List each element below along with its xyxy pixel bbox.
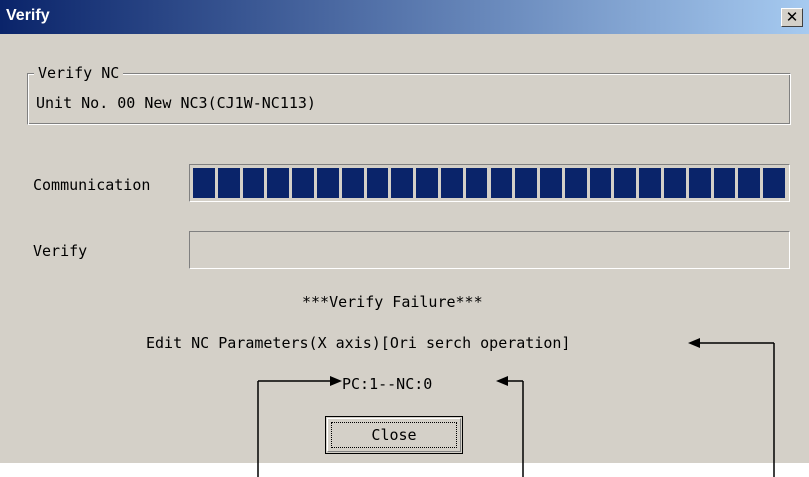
- progress-segment: [292, 168, 314, 198]
- progress-segment: [341, 168, 364, 198]
- progress-segment: [242, 168, 265, 198]
- close-window-icon[interactable]: ✕: [781, 8, 803, 27]
- title-bar[interactable]: Verify ✕: [0, 0, 809, 34]
- progress-segment: [465, 168, 488, 198]
- verify-nc-group: Verify NC Unit No. 00 New NC3(CJ1W-NC113…: [27, 64, 791, 125]
- progress-segment: [416, 168, 438, 198]
- communication-progress-fill: [192, 167, 787, 199]
- failure-message: ***Verify Failure***: [302, 293, 483, 311]
- progress-segment: [267, 168, 290, 198]
- failure-detail: Edit NC Parameters(X axis)[Ori serch ope…: [146, 334, 571, 352]
- progress-segment: [366, 168, 389, 198]
- progress-segment: [713, 168, 736, 198]
- progress-segment: [440, 168, 463, 198]
- progress-segment: [763, 168, 785, 198]
- progress-segment: [316, 168, 339, 198]
- progress-segment: [217, 168, 240, 198]
- progress-segment: [564, 168, 587, 198]
- close-button[interactable]: Close: [325, 416, 463, 454]
- verify-dialog: Verify ✕ Verify NC Unit No. 00 New NC3(C…: [0, 0, 809, 477]
- window-title: Verify: [6, 7, 50, 24]
- bottom-margin: [0, 463, 809, 477]
- communication-label: Communication: [33, 176, 151, 194]
- verify-progress-fill: [192, 234, 787, 266]
- unit-info: Unit No. 00 New NC3(CJ1W-NC113): [36, 94, 316, 112]
- progress-segment: [540, 168, 562, 198]
- verify-label: Verify: [33, 242, 88, 260]
- progress-segment: [193, 168, 215, 198]
- progress-segment: [391, 168, 414, 198]
- progress-segment: [688, 168, 711, 198]
- communication-progress-bar: [189, 164, 790, 202]
- close-button-label: Close: [371, 426, 417, 444]
- progress-segment: [664, 168, 686, 198]
- mismatch-counts: PC:1--NC:0: [342, 375, 433, 393]
- progress-segment: [738, 168, 761, 198]
- progress-segment: [639, 168, 662, 198]
- group-legend: Verify NC: [34, 64, 124, 82]
- progress-segment: [515, 168, 538, 198]
- progress-segment: [614, 168, 637, 198]
- progress-segment: [490, 168, 513, 198]
- progress-segment: [589, 168, 612, 198]
- verify-progress-bar: [189, 231, 790, 269]
